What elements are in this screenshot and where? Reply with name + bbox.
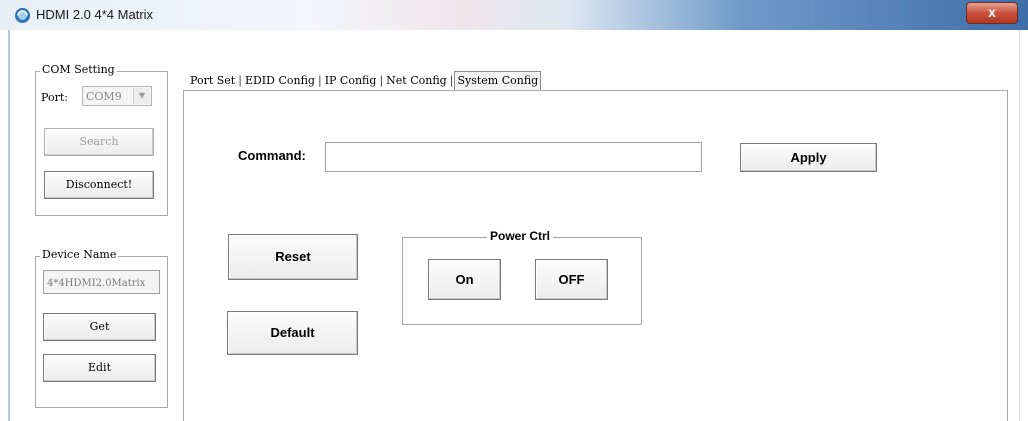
window-frame-right: [1019, 30, 1020, 421]
com-setting-legend: COM Setting: [40, 63, 117, 76]
power-on-button-label: On: [455, 272, 474, 287]
disconnect-button[interactable]: Disconnect!: [44, 171, 154, 199]
get-button-label: Get: [89, 320, 110, 333]
power-on-button[interactable]: On: [428, 259, 501, 300]
command-field[interactable]: [325, 142, 702, 172]
edit-button[interactable]: Edit: [43, 354, 156, 382]
reset-button-label: Reset: [275, 249, 311, 264]
tab-system-config[interactable]: System Config: [454, 71, 542, 90]
close-icon: x: [988, 4, 996, 20]
window-frame-left: [8, 30, 10, 421]
window-title: HDMI 2.0 4*4 Matrix: [36, 7, 154, 22]
device-name-legend: Device Name: [40, 248, 119, 261]
command-label: Command:: [238, 148, 306, 163]
default-button[interactable]: Default: [227, 311, 358, 355]
port-select[interactable]: COM9 ▼: [82, 86, 152, 106]
reset-button[interactable]: Reset: [228, 234, 358, 280]
tab-net-config[interactable]: Net Config: [384, 72, 449, 90]
window-title-bar: HDMI 2.0 4*4 Matrix x: [0, 0, 1028, 30]
search-button-label: Search: [79, 135, 119, 148]
power-ctrl-legend: Power Ctrl: [487, 229, 554, 243]
port-select-value: COM9: [86, 90, 122, 103]
apply-button[interactable]: Apply: [740, 143, 877, 172]
command-input[interactable]: [326, 143, 701, 171]
edit-button-label: Edit: [87, 361, 111, 374]
config-tab-strip: Port Set | EDID Config | IP Config | Net Confi…: [188, 71, 542, 91]
device-name-field[interactable]: [43, 270, 160, 295]
tab-edid-config[interactable]: EDID Config: [243, 72, 317, 90]
power-off-button-label: OFF: [558, 272, 585, 287]
disconnect-button-label: Disconnect!: [65, 178, 133, 191]
device-name-input[interactable]: [44, 272, 159, 295]
tab-port-set[interactable]: Port Set: [188, 72, 237, 90]
default-button-label: Default: [270, 325, 315, 340]
get-button[interactable]: Get: [43, 313, 156, 341]
apply-button-label: Apply: [790, 150, 827, 165]
window-close-button[interactable]: x: [966, 2, 1018, 24]
power-off-button[interactable]: OFF: [535, 259, 608, 300]
search-button[interactable]: Search: [44, 128, 154, 156]
port-label: Port:: [41, 91, 68, 104]
chevron-down-icon[interactable]: ▼: [133, 88, 150, 104]
app-logo-icon: [15, 8, 30, 23]
tab-ip-config[interactable]: IP Config: [323, 72, 379, 90]
